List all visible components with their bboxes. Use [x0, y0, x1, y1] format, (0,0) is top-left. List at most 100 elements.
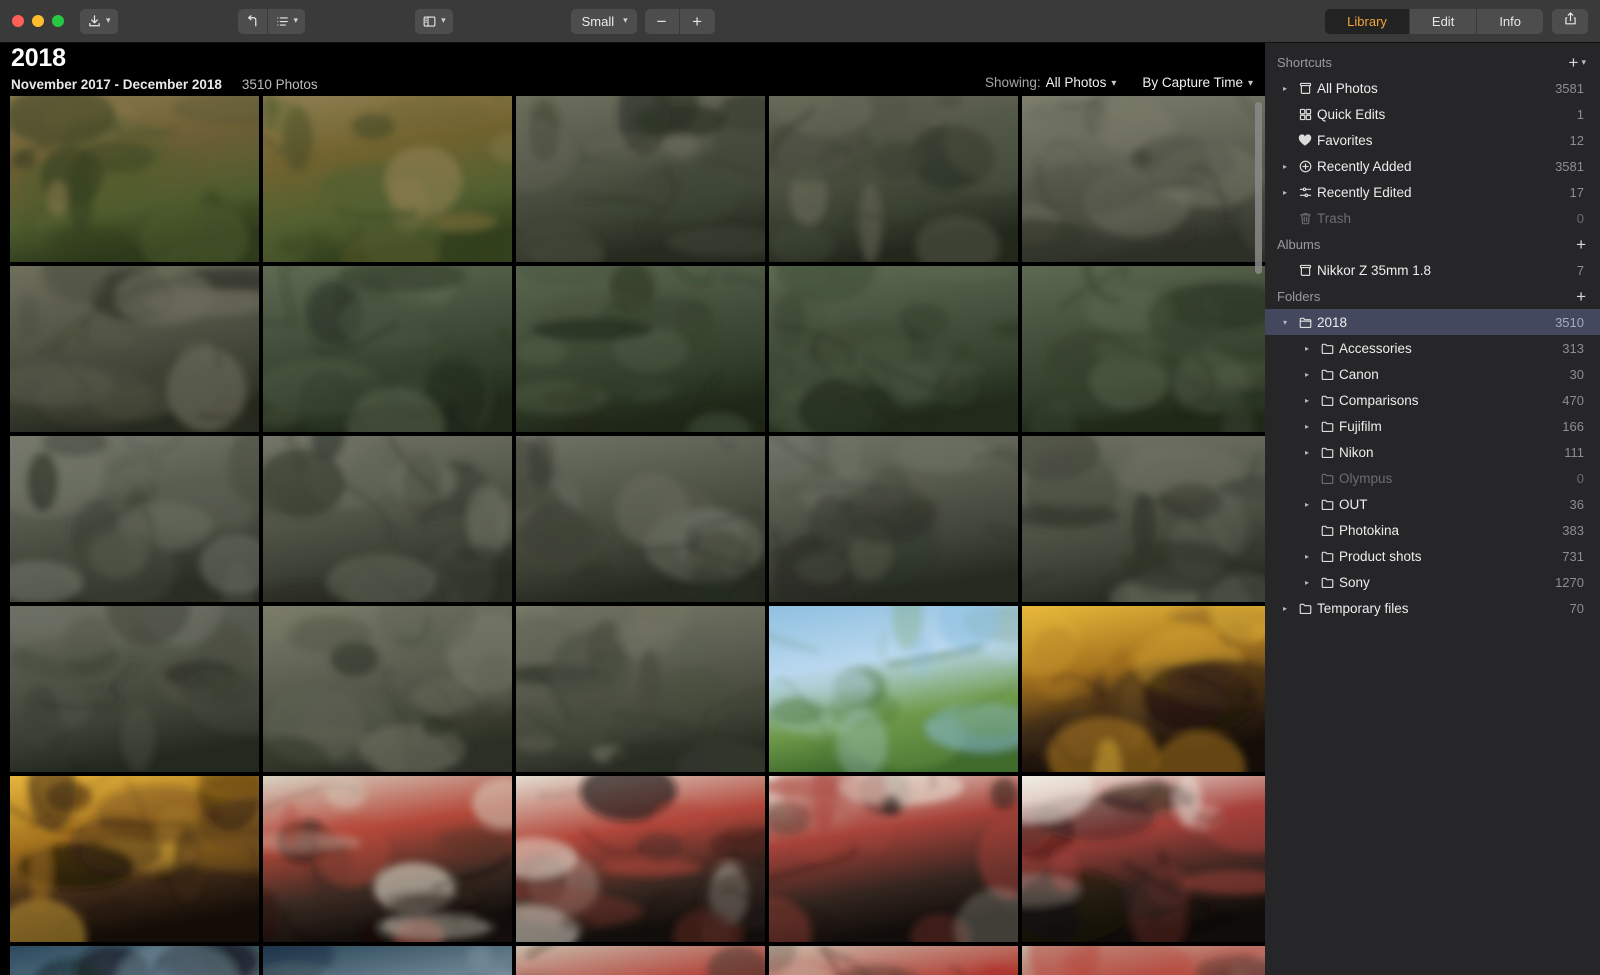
sidebar-item-quick-edits[interactable]: Quick Edits 1 [1265, 101, 1600, 127]
photo-thumbnail[interactable] [769, 776, 1018, 942]
photo-image [769, 606, 1018, 772]
sidebar-item-fujifilm[interactable]: ▸ Fujifilm 166 [1265, 413, 1600, 439]
sidebar-item-label: Temporary files [1317, 600, 1409, 616]
sidebar-item-2018[interactable]: ▾ 2018 3510 [1265, 309, 1600, 335]
chevron-right-icon[interactable]: ▸ [1299, 344, 1315, 353]
vertical-scrollbar[interactable] [1255, 102, 1262, 274]
photo-thumbnail[interactable] [263, 776, 512, 942]
chevron-right-icon[interactable]: ▸ [1277, 604, 1293, 613]
zoom-in-button[interactable]: + [679, 8, 715, 34]
photo-thumbnail[interactable] [263, 266, 512, 432]
photo-thumbnail[interactable] [10, 436, 259, 602]
tab-edit[interactable]: Edit [1409, 8, 1478, 34]
photo-thumbnail[interactable] [516, 266, 765, 432]
chevron-down-icon[interactable]: ▾ [1277, 318, 1293, 327]
photo-thumbnail[interactable] [516, 96, 765, 262]
photo-thumbnail[interactable] [10, 606, 259, 772]
chevron-right-icon[interactable]: ▸ [1299, 500, 1315, 509]
sidebar-item-product-shots[interactable]: ▸ Product shots 731 [1265, 543, 1600, 569]
photo-thumbnail[interactable] [1022, 96, 1265, 262]
photo-thumbnail[interactable] [516, 946, 765, 975]
chevron-right-icon[interactable]: ▸ [1299, 396, 1315, 405]
photo-thumbnail[interactable] [263, 606, 512, 772]
chevron-right-icon[interactable]: ▸ [1277, 188, 1293, 197]
photo-thumbnail[interactable] [769, 266, 1018, 432]
sidebar-item-recently-added[interactable]: ▸ Recently Added 3581 [1265, 153, 1600, 179]
photo-thumbnail[interactable] [10, 266, 259, 432]
share-icon [1563, 11, 1578, 31]
chevron-right-icon[interactable]: ▸ [1299, 370, 1315, 379]
close-button[interactable] [12, 15, 24, 27]
photo-image [1022, 946, 1265, 975]
sidebar-item-accessories[interactable]: ▸ Accessories 313 [1265, 335, 1600, 361]
photo-grid-container[interactable] [0, 96, 1265, 975]
chevron-right-icon[interactable]: ▸ [1299, 422, 1315, 431]
sidebar-item-nikkor-z-35mm-1-8[interactable]: Nikkor Z 35mm 1.8 7 [1265, 257, 1600, 283]
sidebar-item-canon[interactable]: ▸ Canon 30 [1265, 361, 1600, 387]
grid-icon [1293, 107, 1317, 122]
sidebar-item-temporary-files[interactable]: ▸ Temporary files 70 [1265, 595, 1600, 621]
photo-thumbnail[interactable] [769, 946, 1018, 975]
sidebar-item-count: 1270 [1555, 574, 1584, 590]
sidebar-item-favorites[interactable]: Favorites 12 [1265, 127, 1600, 153]
photo-thumbnail[interactable] [516, 436, 765, 602]
import-button[interactable]: ▾ [80, 8, 118, 34]
sidebar-item-photokina[interactable]: Photokina 383 [1265, 517, 1600, 543]
sidebar-item-trash[interactable]: Trash 0 [1265, 205, 1600, 231]
chevron-right-icon[interactable]: ▸ [1277, 162, 1293, 171]
page-title: 2018 [11, 44, 66, 72]
photo-thumbnail[interactable] [10, 946, 259, 975]
panel-toggle-button[interactable]: ▾ [415, 8, 453, 34]
photo-thumbnail[interactable] [1022, 436, 1265, 602]
photo-thumbnail[interactable] [516, 776, 765, 942]
photo-thumbnail[interactable] [1022, 946, 1265, 975]
add-albums-button[interactable]: + [1576, 236, 1586, 253]
sidebar-item-sony[interactable]: ▸ Sony 1270 [1265, 569, 1600, 595]
photo-thumbnail[interactable] [769, 96, 1018, 262]
add-shortcuts-button[interactable]: + ▾ [1569, 54, 1586, 71]
sidebar-item-all-photos[interactable]: ▸ All Photos 3581 [1265, 75, 1600, 101]
chevron-right-icon[interactable]: ▸ [1277, 84, 1293, 93]
sidebar-item-label: Sony [1339, 574, 1370, 590]
zoom-out-button[interactable]: − [644, 8, 680, 34]
sidebar-item-label: Recently Added [1317, 158, 1412, 174]
sidebar-item-count: 3581 [1555, 158, 1584, 174]
sidebar-item-out[interactable]: ▸ OUT 36 [1265, 491, 1600, 517]
date-range-label: November 2017 - December 2018 [11, 77, 222, 92]
minimize-button[interactable] [32, 15, 44, 27]
photo-thumbnail[interactable] [1022, 606, 1265, 772]
back-button[interactable] [237, 8, 267, 34]
photo-thumbnail[interactable] [263, 96, 512, 262]
app-body: 2018 November 2017 - December 2018 3510 … [0, 43, 1600, 975]
tab-info[interactable]: Info [1477, 8, 1543, 34]
photo-thumbnail[interactable] [10, 776, 259, 942]
photo-image [516, 266, 765, 432]
sort-order-select[interactable]: By Capture Time ▾ [1142, 75, 1253, 90]
photo-thumbnail[interactable] [516, 606, 765, 772]
view-options-button[interactable]: ▾ [266, 8, 306, 34]
sidebar-item-count: 1 [1576, 106, 1584, 122]
sidebar-item-olympus[interactable]: Olympus 0 [1265, 465, 1600, 491]
sidebar-item-recently-edited[interactable]: ▸ Recently Edited 17 [1265, 179, 1600, 205]
photo-thumbnail[interactable] [769, 436, 1018, 602]
photo-image [263, 436, 512, 602]
chevron-right-icon[interactable]: ▸ [1299, 448, 1315, 457]
thumbnail-size-select[interactable]: Small ▾ [570, 8, 637, 34]
sidebar-item-comparisons[interactable]: ▸ Comparisons 470 [1265, 387, 1600, 413]
photo-thumbnail[interactable] [1022, 266, 1265, 432]
zoom-button[interactable] [52, 15, 64, 27]
photo-thumbnail[interactable] [769, 606, 1018, 772]
photo-thumbnail[interactable] [10, 96, 259, 262]
photo-image [263, 606, 512, 772]
share-button[interactable] [1552, 8, 1588, 34]
showing-filter[interactable]: Showing: All Photos ▾ [985, 75, 1116, 90]
folder-icon [1315, 393, 1339, 408]
add-folders-button[interactable]: + [1576, 288, 1586, 305]
tab-library[interactable]: Library [1325, 8, 1410, 34]
photo-thumbnail[interactable] [263, 946, 512, 975]
photo-thumbnail[interactable] [1022, 776, 1265, 942]
photo-thumbnail[interactable] [263, 436, 512, 602]
chevron-right-icon[interactable]: ▸ [1299, 552, 1315, 561]
sidebar-item-nikon[interactable]: ▸ Nikon 111 [1265, 439, 1600, 465]
chevron-right-icon[interactable]: ▸ [1299, 578, 1315, 587]
